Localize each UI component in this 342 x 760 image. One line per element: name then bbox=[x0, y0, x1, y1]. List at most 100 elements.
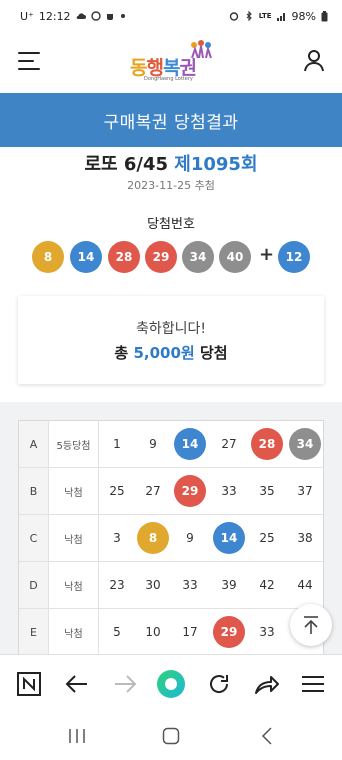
alarm-icon bbox=[229, 12, 238, 21]
ticket-number: 23 bbox=[109, 578, 125, 592]
ticket-number: 35 bbox=[259, 484, 275, 498]
ticket-letter: C bbox=[19, 515, 49, 561]
matched-number: 8 bbox=[137, 522, 169, 554]
game-name: 로또 6/45 bbox=[84, 154, 169, 175]
ticket-row: D 낙첨 23 30 33 39 42 44 bbox=[19, 562, 323, 609]
arrow-up-icon bbox=[304, 616, 318, 634]
naver-icon[interactable] bbox=[14, 669, 44, 699]
ticket-number: 9 bbox=[186, 531, 194, 545]
back-icon[interactable] bbox=[252, 724, 282, 748]
ticket-row: C 낙첨 3 8 9 14 25 38 bbox=[19, 515, 323, 562]
ticket-letter: A bbox=[19, 421, 49, 467]
menu-icon[interactable] bbox=[298, 669, 328, 699]
ticket-number: 44 bbox=[297, 578, 313, 592]
ticket-letter: D bbox=[19, 562, 49, 608]
ticket-number: 3 bbox=[113, 531, 121, 545]
bonus-ball: 12 bbox=[278, 241, 310, 273]
battery-icon bbox=[321, 10, 328, 21]
ticket-number: 33 bbox=[221, 484, 237, 498]
prize-value: 5,000원 bbox=[133, 344, 195, 362]
ticket-row: A 5등당첨 1 9 14 27 28 34 bbox=[19, 421, 323, 468]
ticket-number: 25 bbox=[259, 531, 275, 545]
cup-icon bbox=[106, 14, 113, 20]
status-right: LTE 98% bbox=[229, 10, 328, 23]
signal-icon bbox=[276, 13, 285, 21]
cloud-icon bbox=[76, 13, 86, 19]
ticket-results-table: A 5등당첨 1 9 14 27 28 34 B 낙첨 25 27 29 33 35 37 C 낙첨 3 8 9 14 25… bbox=[18, 420, 324, 657]
android-nav-bar bbox=[0, 714, 342, 760]
donghaeng-logo[interactable]: 동행복권 DongHaeng Lottery bbox=[130, 40, 214, 86]
matched-number: 14 bbox=[213, 522, 245, 554]
app-notification-icon bbox=[90, 11, 101, 21]
forward-arrow-icon[interactable] bbox=[110, 669, 140, 699]
matched-number: 29 bbox=[174, 475, 206, 507]
page-title: 구매복권 당첨결과 bbox=[103, 112, 239, 133]
winning-ball: 29 bbox=[145, 241, 177, 273]
clock: 12:12 bbox=[38, 9, 71, 23]
ticket-number: 38 bbox=[297, 531, 313, 545]
winning-numbers-label: 당첨번호 bbox=[147, 217, 195, 232]
ticket-result: 5등당첨 bbox=[49, 421, 99, 467]
ticket-number: 27 bbox=[145, 484, 161, 498]
winning-numbers: 8 14 28 29 34 40 + 12 bbox=[32, 241, 312, 273]
ticket-result: 낙첨 bbox=[49, 609, 99, 656]
ticket-number: 10 bbox=[145, 625, 161, 639]
ticket-number: 1 bbox=[113, 437, 121, 451]
ticket-letter: B bbox=[19, 468, 49, 514]
more-notifications-dot bbox=[120, 14, 125, 18]
scroll-top-button[interactable] bbox=[290, 604, 332, 646]
result-card: 축하합니다! 총 5,000원 당첨 bbox=[18, 296, 324, 384]
matched-number: 28 bbox=[251, 428, 283, 460]
ticket-number: 25 bbox=[109, 484, 125, 498]
matched-number: 14 bbox=[174, 428, 206, 460]
matched-number: 29 bbox=[213, 616, 245, 648]
refresh-icon[interactable] bbox=[204, 669, 234, 699]
recent-apps-icon[interactable] bbox=[62, 724, 92, 748]
ticket-number: 33 bbox=[259, 625, 275, 639]
draw-date: 2023-11-25 추첨 bbox=[127, 179, 215, 192]
share-icon[interactable] bbox=[252, 669, 282, 699]
app-header: 동행복권 DongHaeng Lottery bbox=[0, 36, 342, 90]
network-label: LTE bbox=[258, 12, 272, 20]
ticket-result: 낙첨 bbox=[49, 468, 99, 514]
ticket-number: 27 bbox=[221, 437, 237, 451]
ticket-number: 17 bbox=[182, 625, 198, 639]
matched-number: 34 bbox=[289, 428, 321, 460]
back-arrow-icon[interactable] bbox=[62, 669, 92, 699]
prize-prefix: 총 bbox=[114, 344, 129, 362]
status-left: U⁺ 12:12 bbox=[20, 10, 125, 23]
prize-suffix: 당첨 bbox=[199, 344, 228, 362]
battery-percent: 98% bbox=[291, 9, 316, 23]
browser-toolbar bbox=[0, 654, 342, 714]
draw-title: 로또 6/45 제1095회 bbox=[0, 150, 342, 176]
ticket-number: 9 bbox=[149, 437, 157, 451]
winning-ball: 34 bbox=[182, 241, 214, 273]
ticket-number: 30 bbox=[145, 578, 161, 592]
ticket-number: 42 bbox=[259, 578, 275, 592]
user-icon[interactable] bbox=[302, 48, 326, 72]
draw-round: 제1095회 bbox=[174, 154, 258, 175]
logo-subtitle: DongHaeng Lottery bbox=[144, 76, 193, 82]
winning-ball: 8 bbox=[32, 241, 64, 273]
ticket-number: 33 bbox=[182, 578, 198, 592]
prize-amount: 총 5,000원 당첨 bbox=[18, 342, 324, 363]
winning-ball: 14 bbox=[70, 241, 102, 273]
home-icon[interactable] bbox=[156, 724, 186, 748]
page-title-banner: 구매복권 당첨결과 bbox=[0, 93, 342, 147]
ticket-row: E 낙첨 5 10 17 29 33 bbox=[19, 609, 323, 656]
winning-ball: 28 bbox=[108, 241, 140, 273]
status-bar: U⁺ 12:12 LTE 98% bbox=[0, 0, 342, 32]
ticket-number: 37 bbox=[297, 484, 313, 498]
plus-sign: + bbox=[259, 244, 275, 265]
ticket-number: 5 bbox=[113, 625, 121, 639]
carrier-label: U⁺ bbox=[20, 9, 34, 23]
home-circle-icon[interactable] bbox=[156, 669, 186, 699]
ticket-row: B 낙첨 25 27 29 33 35 37 bbox=[19, 468, 323, 515]
ticket-letter: E bbox=[19, 609, 49, 656]
winning-ball: 40 bbox=[219, 241, 251, 273]
congrats-message: 축하합니다! bbox=[135, 321, 206, 337]
hamburger-icon[interactable] bbox=[18, 52, 40, 70]
logo-figures-icon bbox=[191, 40, 212, 59]
bluetooth-icon bbox=[246, 11, 252, 21]
ticket-number: 39 bbox=[221, 578, 237, 592]
